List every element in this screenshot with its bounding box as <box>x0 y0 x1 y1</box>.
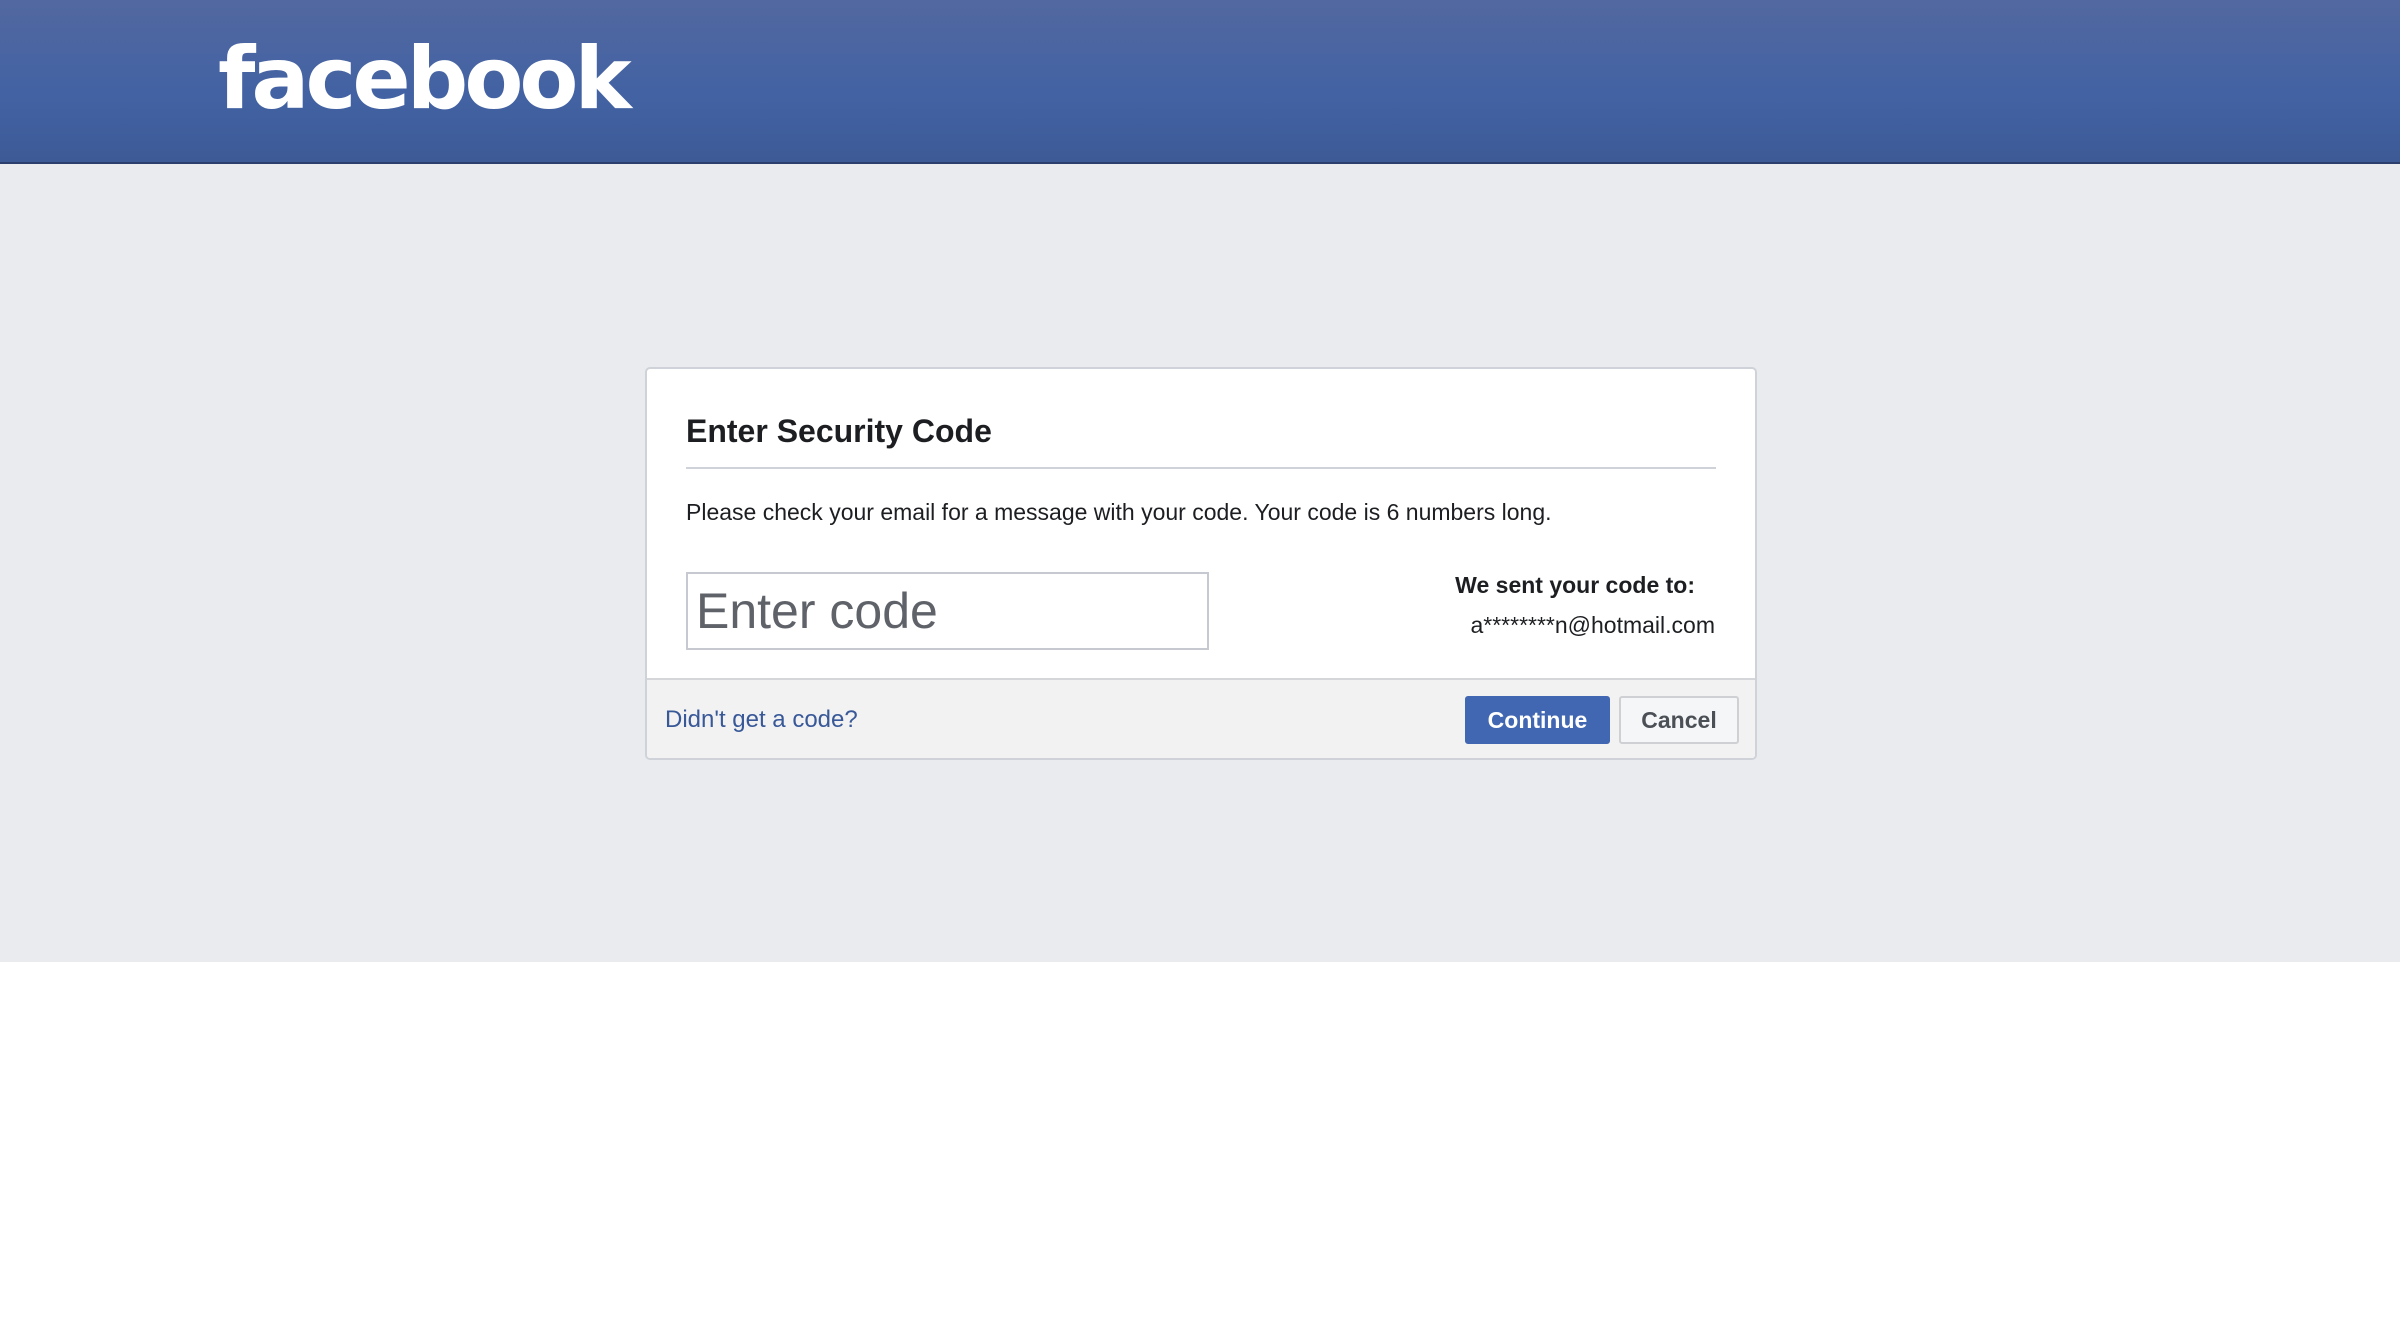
continue-button[interactable]: Continue <box>1465 696 1610 744</box>
top-header-bar: facebook <box>0 0 2400 164</box>
sent-to-email: a********n@hotmail.com <box>1470 612 1715 638</box>
dialog-title: Enter Security Code <box>686 413 992 449</box>
instructions-text: Please check your email for a message wi… <box>686 499 1552 525</box>
facebook-logo[interactable]: facebook <box>218 36 632 122</box>
didnt-get-code-link[interactable]: Didn't get a code? <box>665 706 858 734</box>
cancel-button[interactable]: Cancel <box>1619 696 1739 744</box>
title-divider <box>686 467 1716 469</box>
security-code-dialog: Enter Security Code Please check your em… <box>645 367 1757 760</box>
security-code-input[interactable] <box>686 572 1209 650</box>
dialog-footer: Didn't get a code? Continue Cancel <box>647 678 1755 758</box>
sent-to-label: We sent your code to: <box>1455 572 1695 598</box>
